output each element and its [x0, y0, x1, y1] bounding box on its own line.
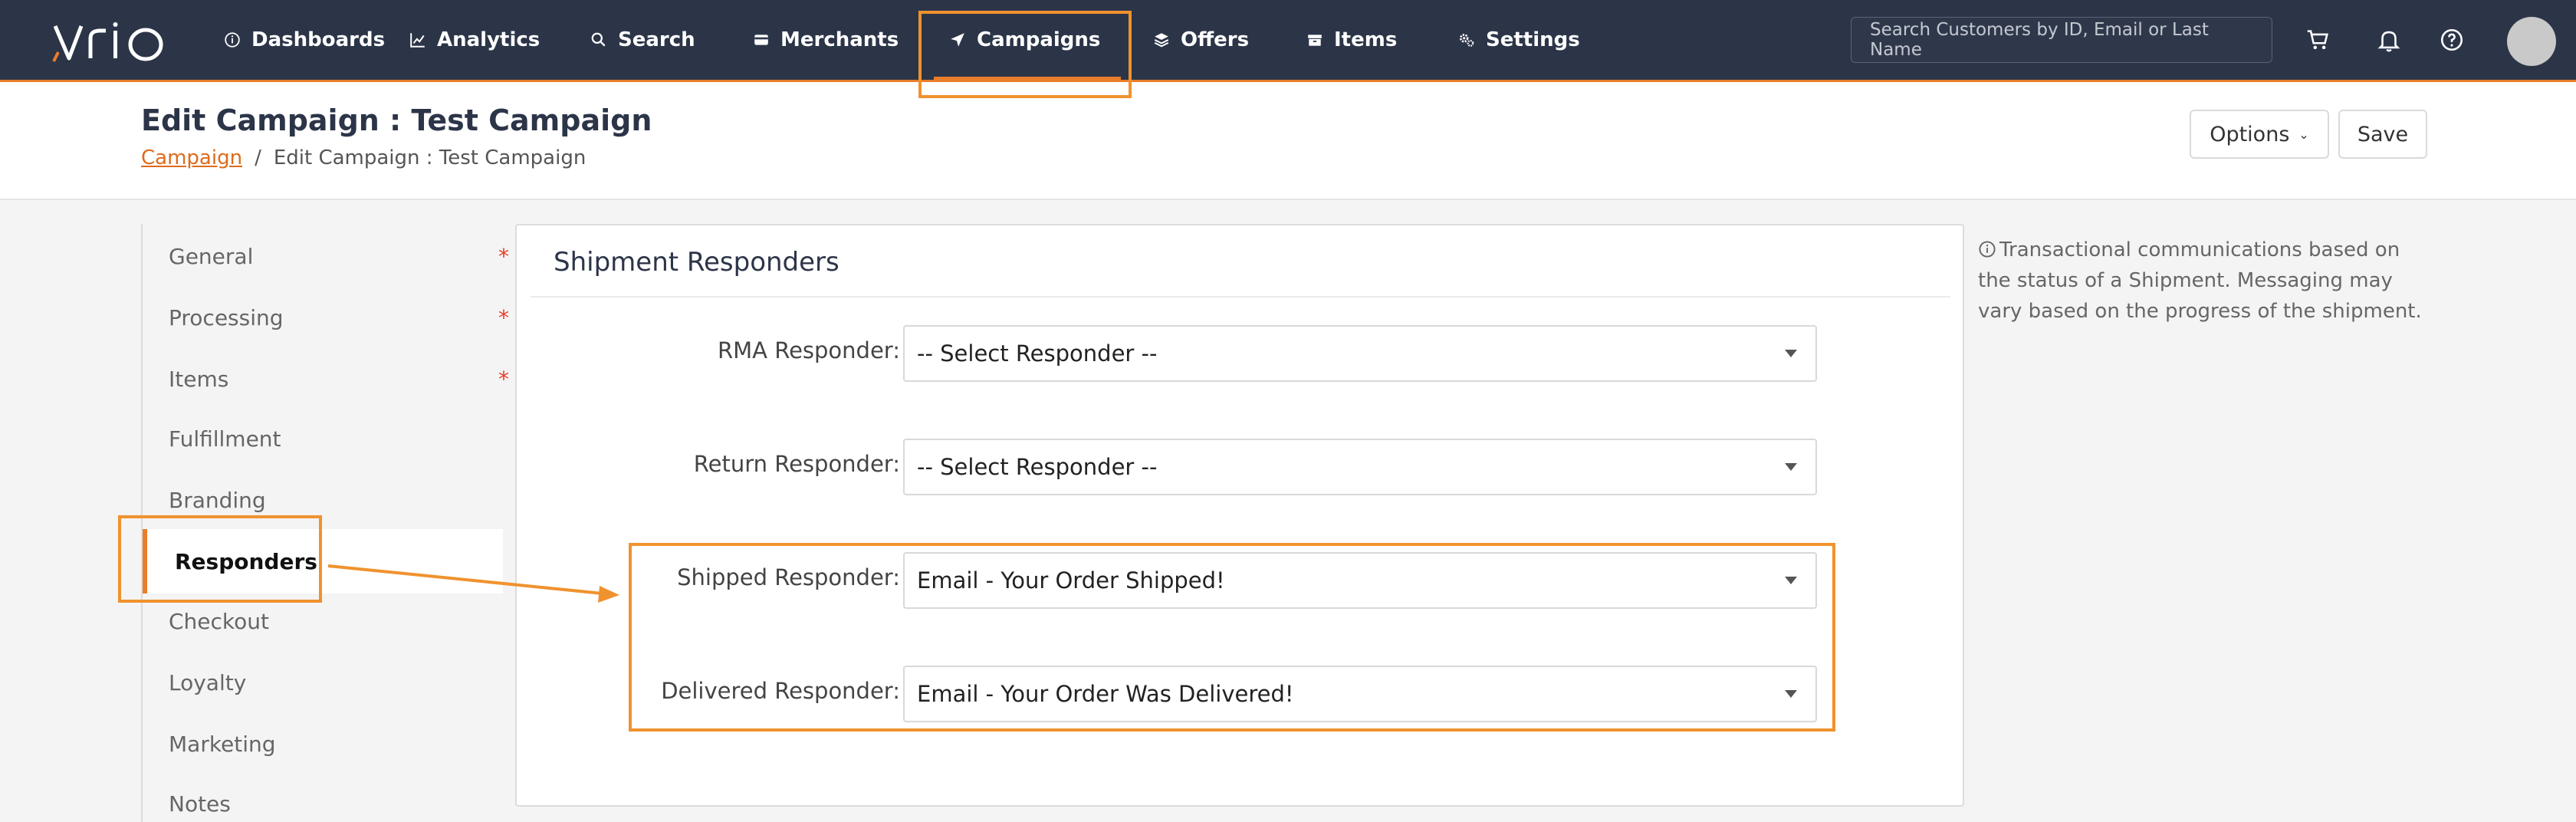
select-value: Email - Your Order Shipped! [917, 567, 1225, 593]
sidebar-item-notes[interactable]: Notes [169, 781, 503, 822]
sidebar-item-branding[interactable]: Branding [169, 477, 503, 523]
nav-dashboards[interactable]: Dashboards [222, 0, 385, 80]
sidebar-item-checkout[interactable]: Checkout [169, 598, 503, 644]
paper-plane-icon [948, 30, 968, 50]
sidebar-item-label: Loyalty [169, 669, 247, 695]
info-circle-icon [222, 30, 242, 50]
rma-responder-label: RMA Responder: [718, 337, 900, 363]
avatar[interactable] [2507, 17, 2556, 66]
save-label: Save [2357, 122, 2409, 146]
line-chart-icon [408, 30, 428, 50]
credit-card-icon [751, 30, 771, 50]
sidebar-item-fulfillment[interactable]: Fulfillment [169, 416, 503, 462]
shipped-responder-label: Shipped Responder: [677, 564, 900, 590]
sidebar-item-label: Notes [169, 791, 231, 817]
campaign-sections-sidebar: General * Processing * Items * Fulfillme… [141, 224, 509, 822]
breadcrumb-campaign-link[interactable]: Campaign [141, 146, 242, 169]
caret-down-icon [1785, 463, 1797, 471]
save-button[interactable]: Save [2338, 110, 2427, 159]
shipment-responders-card: Shipment Responders RMA Responder: -- Se… [515, 224, 1964, 807]
gears-icon [1457, 30, 1477, 50]
help-icon[interactable] [2435, 23, 2469, 57]
return-responder-select[interactable]: -- Select Responder -- [903, 439, 1817, 495]
required-marker: * [498, 304, 509, 330]
nav-active-indicator [934, 77, 1121, 80]
nav-analytics[interactable]: Analytics [408, 0, 540, 80]
vrio-logo[interactable] [51, 18, 173, 64]
layers-icon [1152, 30, 1171, 50]
caret-down-icon [1785, 577, 1797, 584]
nav-settings[interactable]: Settings [1457, 0, 1580, 80]
search-icon [589, 30, 609, 50]
sidebar-item-label: Checkout [169, 608, 269, 634]
bell-icon[interactable] [2372, 23, 2406, 57]
nav-offers[interactable]: Offers [1152, 0, 1249, 80]
nav-label: Dashboards [251, 28, 386, 51]
section-title: Shipment Responders [554, 247, 840, 278]
nav-label: Campaigns [977, 28, 1101, 51]
customer-search-input[interactable]: Search Customers by ID, Email or Last Na… [1851, 17, 2272, 63]
rma-responder-select[interactable]: -- Select Responder -- [903, 325, 1817, 382]
chevron-down-icon: ⌄ [2298, 127, 2309, 142]
nav-campaigns[interactable]: Campaigns [948, 0, 1100, 80]
divider [531, 296, 1950, 298]
nav-items[interactable]: Items [1305, 0, 1397, 80]
sidebar-item-label: Items [169, 366, 229, 392]
page-title: Edit Campaign : Test Campaign [141, 104, 652, 137]
breadcrumb-separator: / [255, 146, 261, 169]
sidebar-item-label: Responders [175, 548, 317, 574]
page-header: Edit Campaign : Test Campaign Campaign / E… [0, 82, 2576, 200]
select-value: -- Select Responder -- [917, 454, 1158, 480]
select-value: Email - Your Order Was Delivered! [917, 681, 1294, 707]
top-navbar: Dashboards Analytics Search Merchants Ca… [0, 0, 2576, 82]
info-text: Transactional communications based on th… [1978, 238, 2422, 323]
nav-search[interactable]: Search [589, 0, 695, 80]
box-icon [1305, 30, 1325, 50]
sidebar-item-loyalty[interactable]: Loyalty [169, 659, 503, 705]
caret-down-icon [1785, 690, 1797, 698]
search-placeholder: Search Customers by ID, Email or Last Na… [1870, 20, 2209, 60]
nav-merchants[interactable]: Merchants [751, 0, 899, 80]
sidebar-item-label: Branding [169, 487, 266, 513]
sidebar-item-marketing[interactable]: Marketing [169, 721, 503, 767]
caret-down-icon [1785, 350, 1797, 357]
sidebar-item-responders[interactable]: Responders [143, 529, 503, 593]
select-value: -- Select Responder -- [917, 340, 1158, 367]
sidebar-item-label: Marketing [169, 731, 276, 757]
return-responder-label: Return Responder: [693, 451, 900, 477]
options-dropdown-button[interactable]: Options ⌄ [2190, 110, 2329, 159]
delivered-responder-label: Delivered Responder: [661, 678, 900, 704]
info-help-text: Transactional communications based on th… [1978, 235, 2438, 327]
required-marker: * [498, 243, 509, 269]
sidebar-item-label: Fulfillment [169, 426, 281, 452]
nav-label: Search [618, 28, 695, 51]
cart-icon[interactable] [2302, 23, 2335, 57]
required-marker: * [498, 366, 509, 392]
sidebar-item-label: Processing [169, 304, 284, 330]
breadcrumb-current: Edit Campaign : Test Campaign [273, 146, 586, 169]
breadcrumb: Campaign / Edit Campaign : Test Campaign [141, 146, 586, 169]
delivered-responder-select[interactable]: Email - Your Order Was Delivered! [903, 666, 1817, 722]
nav-label: Merchants [780, 28, 899, 51]
nav-label: Offers [1181, 28, 1250, 51]
sidebar-item-processing[interactable]: Processing * [169, 294, 509, 340]
nav-label: Settings [1486, 28, 1580, 51]
options-label: Options [2210, 122, 2290, 146]
nav-label: Analytics [437, 28, 540, 51]
sidebar-item-general[interactable]: General * [169, 233, 509, 279]
nav-label: Items [1334, 28, 1398, 51]
info-circle-icon [1979, 241, 1996, 258]
sidebar-item-label: General [169, 243, 254, 269]
shipped-responder-select[interactable]: Email - Your Order Shipped! [903, 552, 1817, 609]
sidebar-item-items[interactable]: Items * [169, 356, 509, 402]
